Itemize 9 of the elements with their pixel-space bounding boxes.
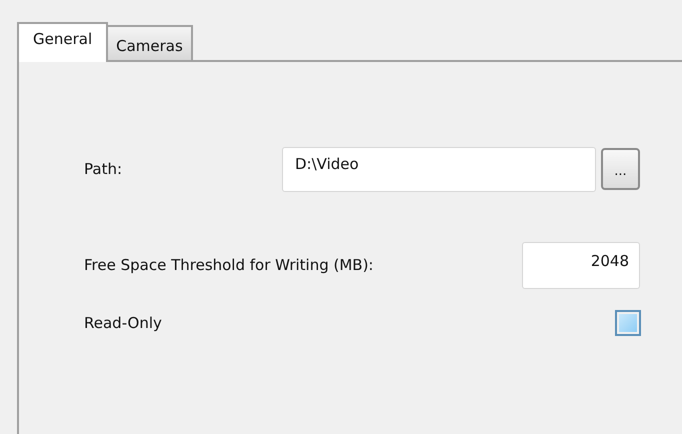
path-label: Path: [84, 158, 124, 180]
browse-button[interactable]: ... [601, 148, 640, 190]
tab[interactable]: General [17, 22, 108, 62]
read-only-label: Read-Only [84, 312, 163, 334]
tab[interactable]: Cameras [108, 25, 193, 60]
path-field[interactable]: D:\Video [282, 146, 596, 192]
free-space-label: Free Space Threshold for Writing (MB): [84, 255, 374, 276]
read-only-checkbox[interactable] [615, 310, 641, 336]
free-space-field[interactable]: 2048 [522, 242, 640, 289]
